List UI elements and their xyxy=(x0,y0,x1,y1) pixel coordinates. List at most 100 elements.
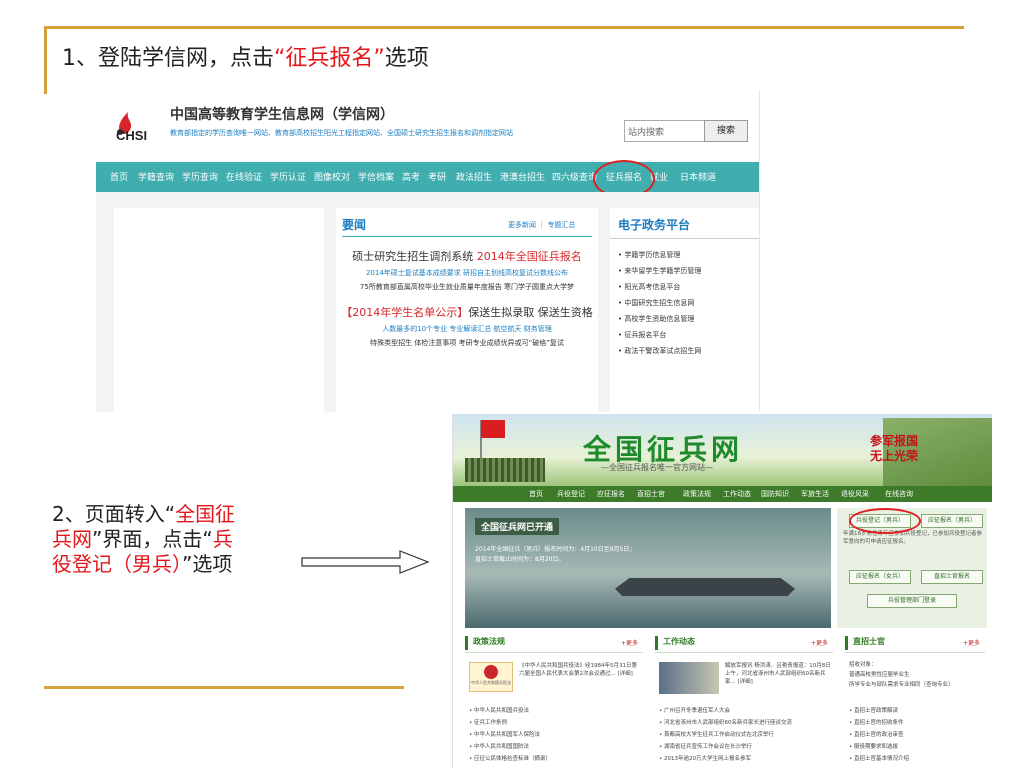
left-panel xyxy=(114,208,324,412)
nav-item-kaoyan[interactable]: 考研 xyxy=(428,170,446,183)
policy-more-link[interactable]: +更多 xyxy=(621,638,638,647)
work-item[interactable]: • 广州召开冬季退伍军人大会 xyxy=(659,706,730,714)
news-line-1[interactable]: 2014年硕士复试基本成绩要求 研招自主划线高校复试分数线公布 xyxy=(336,268,598,278)
gov-nav-home[interactable]: 首页 xyxy=(529,489,543,499)
nav-item-photo[interactable]: 图像校对 xyxy=(314,170,350,183)
step2-caption: 2、页面转入“全国征兵网”界面，点击“兵役登记（男兵）”选项 xyxy=(52,502,252,577)
nav-item-japan[interactable]: 日本频道 xyxy=(680,170,716,183)
news-line-3[interactable]: 人数最多的10个专业 专业解读汇总 航空航天 财务管理 xyxy=(336,324,598,334)
work-item[interactable]: • 首都高校大学生征兵工作启动仪式在北京举行 xyxy=(659,730,774,738)
nco-target-line-2[interactable]: 所学专业与部队需求专业相同（查询专业） xyxy=(849,680,954,688)
right-arrow-icon xyxy=(301,550,430,574)
gov-nav-work[interactable]: 工作动态 xyxy=(723,489,751,499)
nco-item[interactable]: • 直招士官政策解读 xyxy=(849,706,898,714)
step1-highlight: “征兵报名” xyxy=(274,46,385,71)
btn-male-apply[interactable]: 应征报名（男兵） xyxy=(921,514,983,528)
nav-item-gaokao[interactable]: 高考 xyxy=(402,170,420,183)
highlight-circle-register xyxy=(849,508,921,534)
gov-nav-retired[interactable]: 退役风采 xyxy=(841,489,869,499)
nco-target-line-1: 普通高校男性应届毕业生 xyxy=(849,672,910,678)
policy-item[interactable]: • 中华人民共和国军人保险法 xyxy=(469,730,540,738)
btn-admin-login[interactable]: 兵役管理部门登录 xyxy=(867,594,957,608)
chsi-body: 要闻 更多新闻 ｜ 专题汇总 硕士研究生招生调剂系统 2014年全国征兵报名 2… xyxy=(96,192,759,412)
work-title: 工作动态 xyxy=(655,636,695,650)
left-accent-line xyxy=(44,26,47,94)
site-subtitle: 教育部指定的学历查询唯一网站、教育部高校招生阳光工程指定网站、全国硕士研究生招生… xyxy=(170,129,513,137)
egov-item[interactable]: • 政法干警改革试点招生网 xyxy=(618,346,701,356)
work-column: 工作动态 +更多 解放军报讯 杨洪涛、吕艳青报道：10月8日上午，河北省涿州市人… xyxy=(655,636,833,768)
gov-nav-policy[interactable]: 政策法规 xyxy=(683,489,711,499)
nco-item[interactable]: • 直招士官的政治审查 xyxy=(849,730,904,738)
headline2-a[interactable]: 【2014年学生名单公示】 xyxy=(341,306,468,319)
nav-item-home[interactable]: 首页 xyxy=(110,170,128,183)
policy-item[interactable]: • 中华人民共和国国防法 xyxy=(469,742,529,750)
work-item[interactable]: • 湖南省征兵宣传工作会议在长沙举行 xyxy=(659,742,752,750)
work-snippet[interactable]: 解放军报讯 杨洪涛、吕艳青报道：10月8日上午，河北省涿州市人武部组织60名新兵… xyxy=(725,662,831,686)
slogan-line-1: 参军报国 xyxy=(869,434,918,448)
gov-nav-life[interactable]: 军旅生活 xyxy=(801,489,829,499)
egov-item[interactable]: • 高校学生资助信息管理 xyxy=(618,314,694,324)
nav-item-cet[interactable]: 四六级查询 xyxy=(552,170,597,183)
headline2: 【2014年学生名单公示】保送生拟录取 保送生资格 xyxy=(336,304,598,320)
nav-item-xueji[interactable]: 学籍查询 xyxy=(138,170,174,183)
nav-item-verify[interactable]: 在线验证 xyxy=(226,170,262,183)
flag-icon xyxy=(481,420,505,438)
policy-rule xyxy=(465,652,643,653)
gov-nav-apply[interactable]: 应征报名 xyxy=(597,489,625,499)
nav-item-gangao[interactable]: 港澳台招生 xyxy=(500,170,545,183)
step2-c: ”界面，点击“ xyxy=(92,527,213,551)
btn-female-apply[interactable]: 应征报名（女兵） xyxy=(849,570,911,584)
news-line-4[interactable]: 特殊类型招生 体检注意事项 考研专业成绩优异或可“破格”复试 xyxy=(336,338,598,348)
gov-banner: 全国征兵网 —全国征兵报名唯一官方网站— 参军报国 无上光荣 xyxy=(453,414,992,486)
work-item[interactable]: • 2013年逾20万大学生网上报名参军 xyxy=(659,754,751,762)
chsi-header: CHSI 中国高等教育学生信息网（学信网） 教育部指定的学历查询唯一网站、教育部… xyxy=(96,90,759,162)
search-button[interactable]: 搜索 xyxy=(704,120,748,142)
news-line-2[interactable]: 75所教育部直属高校毕业生就业质量年度报告 寒门学子圆重点大学梦 xyxy=(336,282,598,292)
work-news-image xyxy=(659,662,719,694)
headline1-b[interactable]: 2014年全国征兵报名 xyxy=(477,250,582,263)
nco-item[interactable]: • 直招士官的招收条件 xyxy=(849,718,904,726)
policy-item[interactable]: • 征兵工作条例 xyxy=(469,718,507,726)
gov-nav-nco[interactable]: 直招士官 xyxy=(637,489,665,499)
nco-item[interactable]: • 服役期要求和选拔 xyxy=(849,742,898,750)
nav-item-cert[interactable]: 学历认证 xyxy=(270,170,306,183)
hero-title: 全国征兵网已开通 xyxy=(475,518,560,535)
emblem-seal xyxy=(484,665,498,679)
nav-item-xueli[interactable]: 学历查询 xyxy=(182,170,218,183)
egov-item[interactable]: • 来华留学生学籍学历管理 xyxy=(618,266,701,276)
nco-item[interactable]: • 直招士官基本情况介绍 xyxy=(849,754,909,762)
emblem-caption: 中华人民共和国兵役法 xyxy=(471,680,511,685)
work-item[interactable]: • 河北省涿州市人武部组织60名新兵家长进行座谈交流 xyxy=(659,718,792,726)
chsi-navbar: 首页 学籍查询 学历查询 在线验证 学历认证 图像校对 学信档案 高考 考研 政… xyxy=(96,162,759,192)
work-more-link[interactable]: +更多 xyxy=(811,638,828,647)
egov-item[interactable]: • 中国研究生招生信息网 xyxy=(618,298,694,308)
policy-snippet[interactable]: 《中华人民共和国兵役法》经1984年5月31日第六届全国人民代表大会第2次会议通… xyxy=(519,662,639,678)
policy-column: 政策法规 +更多 中华人民共和国兵役法 《中华人民共和国兵役法》经1984年5月… xyxy=(465,636,643,768)
egov-item[interactable]: • 阳光高考信息平台 xyxy=(618,282,680,292)
gov-nav-consult[interactable]: 在线咨询 xyxy=(885,489,913,499)
policy-title: 政策法规 xyxy=(465,636,505,650)
nav-item-zhengfa[interactable]: 政法招生 xyxy=(456,170,492,183)
news-more-link[interactable]: 更多新闻 ｜ 专题汇总 xyxy=(508,220,575,230)
egov-item[interactable]: • 征兵报名平台 xyxy=(618,330,666,340)
hero-line-2: 直招士官截止时间为：8月20日。 xyxy=(475,556,565,563)
work-rule xyxy=(655,652,833,653)
slogan-line-2: 无上光荣 xyxy=(869,449,918,463)
headline2-b[interactable]: 保送生拟录取 保送生资格 xyxy=(468,306,593,319)
btn-nco-apply[interactable]: 直招士官报名 xyxy=(921,570,983,584)
egov-panel: 电子政务平台 • 学籍学历信息管理 • 来华留学生学籍学历管理 • 阳光高考信息… xyxy=(610,208,759,412)
gov-nav-register[interactable]: 兵役登记 xyxy=(557,489,585,499)
nco-more-link[interactable]: +更多 xyxy=(963,638,980,647)
egov-item[interactable]: • 学籍学历信息管理 xyxy=(618,250,680,260)
headline1-a[interactable]: 硕士研究生招生调剂系统 xyxy=(352,250,473,263)
nav-item-archive[interactable]: 学信档案 xyxy=(358,170,394,183)
zhengbing-screenshot: 全国征兵网 —全国征兵报名唯一官方网站— 参军报国 无上光荣 首页 兵役登记 应… xyxy=(452,414,992,768)
gov-navbar: 首页 兵役登记 应征报名 直招士官 政策法规 工作动态 国防知识 军旅生活 退役… xyxy=(453,486,992,502)
policy-item[interactable]: • 中华人民共和国兵役法 xyxy=(469,706,529,714)
step2-e: ”选项 xyxy=(182,552,233,576)
news-panel: 要闻 更多新闻 ｜ 专题汇总 硕士研究生招生调剂系统 2014年全国征兵报名 2… xyxy=(336,208,598,412)
gov-nav-defense[interactable]: 国防知识 xyxy=(761,489,789,499)
search-input[interactable]: 站内搜索 xyxy=(624,120,714,142)
top-accent-line xyxy=(44,26,964,29)
policy-item[interactable]: • 应征公民体格检查标准（摘录） xyxy=(469,754,551,762)
